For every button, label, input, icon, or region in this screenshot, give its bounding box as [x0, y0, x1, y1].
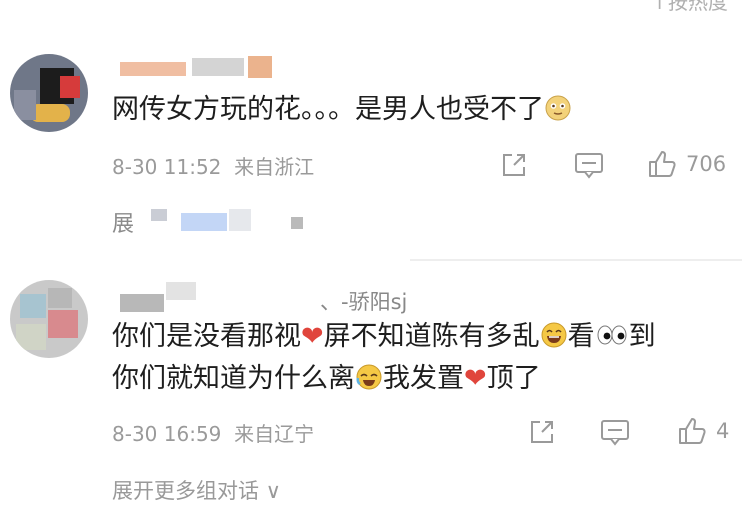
like-button[interactable]: 706: [646, 148, 726, 180]
avatar[interactable]: [10, 280, 88, 358]
sort-by-hot-button[interactable]: ↑按热度: [651, 0, 728, 15]
reply-button[interactable]: [600, 418, 630, 446]
heart-emoji-icon: ❤: [301, 321, 324, 352]
avatar[interactable]: [10, 54, 88, 132]
comment-text: 你们是没看那视❤屏不知道陈有多乱看到 你们就知道为什么离 我发置❤顶了: [112, 318, 656, 402]
blurred-reply-preview: [151, 209, 304, 231]
share-icon: [503, 154, 525, 176]
like-button[interactable]: 4: [676, 415, 729, 447]
thumbs-up-icon: [649, 151, 676, 177]
rolling-laugh-emoji-icon: [355, 363, 383, 402]
thumbs-up-icon: [679, 418, 706, 444]
laughing-emoji-icon: [540, 321, 568, 360]
like-count: 4: [716, 419, 730, 443]
comment-meta: 8-30 11:52 来自浙江: [112, 155, 315, 179]
eyes-emoji-icon: [595, 321, 629, 360]
like-count: 706: [686, 152, 727, 176]
comment-text: 网传女方玩的花。。。是男人也受不了: [112, 91, 572, 133]
expand-replies[interactable]: 展: [112, 206, 311, 238]
blush-emoji-icon: [544, 94, 572, 133]
username-blurred[interactable]: [120, 52, 280, 86]
comment-icon: [575, 153, 603, 179]
username-text: 、-骄阳sj: [320, 290, 408, 314]
blurred-username-image: [120, 282, 196, 312]
blurred-username-image: [120, 56, 272, 78]
share-button[interactable]: [528, 418, 556, 446]
comment-icon: [601, 420, 629, 446]
divider: [410, 259, 742, 261]
username[interactable]: 、-骄阳sj: [120, 280, 407, 316]
heart-emoji-icon: ❤: [464, 363, 487, 394]
share-icon: [531, 421, 553, 443]
expand-more-conversations[interactable]: 展开更多组对话 ∨: [112, 475, 281, 505]
share-button[interactable]: [500, 151, 528, 179]
reply-button[interactable]: [574, 151, 604, 179]
comment-meta: 8-30 16:59 来自辽宁: [112, 422, 315, 446]
comment-item: 网传女方玩的花。。。是男人也受不了 8-30 11:52 来自浙江 706 展: [0, 40, 742, 250]
comment-item: 、-骄阳sj 你们是没看那视❤屏不知道陈有多乱看到 你们就知道为什么离 我发置❤顶…: [0, 270, 742, 503]
